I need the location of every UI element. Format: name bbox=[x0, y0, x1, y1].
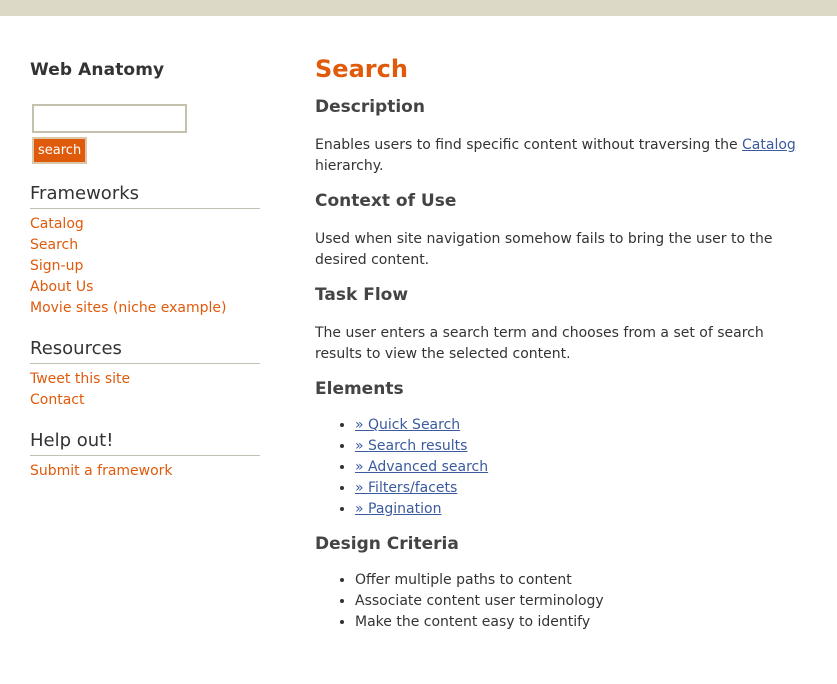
list-item: Offer multiple paths to content bbox=[355, 570, 815, 591]
section-heading: Help out! bbox=[30, 429, 260, 456]
sidebar-link-tweet[interactable]: Tweet this site bbox=[30, 371, 130, 387]
sidebar: Web Anatomy search Frameworks Catalog Se… bbox=[30, 58, 260, 482]
list-item: Make the content easy to identify bbox=[355, 612, 815, 633]
catalog-link[interactable]: Catalog bbox=[742, 137, 796, 153]
resources-section: Resources Tweet this site Contact bbox=[30, 337, 260, 411]
sidebar-link-movie-sites[interactable]: Movie sites (niche example) bbox=[30, 300, 227, 316]
description-text: Enables users to find specific content w… bbox=[315, 135, 815, 177]
design-criteria-heading: Design Criteria bbox=[315, 534, 459, 554]
list-item: » Pagination bbox=[355, 499, 815, 520]
frameworks-section: Frameworks Catalog Search Sign-up About … bbox=[30, 182, 260, 319]
list-item: » Filters/facets bbox=[355, 478, 815, 499]
list-item: » Search results bbox=[355, 436, 815, 457]
sidebar-link-search[interactable]: Search bbox=[30, 237, 78, 253]
element-link-filters-facets[interactable]: » Filters/facets bbox=[355, 480, 457, 496]
site-title[interactable]: Web Anatomy bbox=[30, 58, 260, 82]
element-link-advanced-search[interactable]: » Advanced search bbox=[355, 459, 488, 475]
list-item: Associate content user terminology bbox=[355, 591, 815, 612]
main-content: Search Description Enables users to find… bbox=[315, 52, 815, 633]
elements-heading: Elements bbox=[315, 379, 404, 399]
context-text: Used when site navigation somehow fails … bbox=[315, 231, 773, 268]
help-out-section: Help out! Submit a framework bbox=[30, 429, 260, 482]
search-button[interactable]: search bbox=[32, 137, 88, 164]
sidebar-link-sign-up[interactable]: Sign-up bbox=[30, 258, 83, 274]
task-flow-text: The user enters a search term and choose… bbox=[315, 325, 764, 362]
element-link-search-results[interactable]: » Search results bbox=[355, 438, 467, 454]
description-text-start: Enables users to find specific content w… bbox=[315, 137, 743, 153]
element-link-pagination[interactable]: » Pagination bbox=[355, 501, 441, 517]
element-link-quick-search[interactable]: » Quick Search bbox=[355, 417, 460, 433]
list-item: » Advanced search bbox=[355, 457, 815, 478]
sidebar-link-catalog[interactable]: Catalog bbox=[30, 216, 84, 232]
sidebar-link-contact[interactable]: Contact bbox=[30, 392, 84, 408]
page-title: Search bbox=[315, 55, 408, 83]
list-item: » Quick Search bbox=[355, 415, 815, 436]
description-heading: Description bbox=[315, 97, 425, 117]
section-heading: Resources bbox=[30, 337, 260, 364]
elements-list: » Quick Search » Search results » Advanc… bbox=[315, 415, 815, 520]
description-text-end: hierarchy. bbox=[315, 158, 384, 174]
task-flow-heading: Task Flow bbox=[315, 285, 409, 305]
sidebar-link-submit-framework[interactable]: Submit a framework bbox=[30, 463, 173, 479]
context-heading: Context of Use bbox=[315, 191, 457, 211]
search-input[interactable] bbox=[32, 104, 187, 133]
sidebar-link-about-us[interactable]: About Us bbox=[30, 279, 93, 295]
section-heading: Frameworks bbox=[30, 182, 260, 209]
top-bar bbox=[0, 0, 837, 16]
search-form: search bbox=[30, 104, 260, 164]
design-criteria-list: Offer multiple paths to content Associat… bbox=[315, 570, 815, 633]
